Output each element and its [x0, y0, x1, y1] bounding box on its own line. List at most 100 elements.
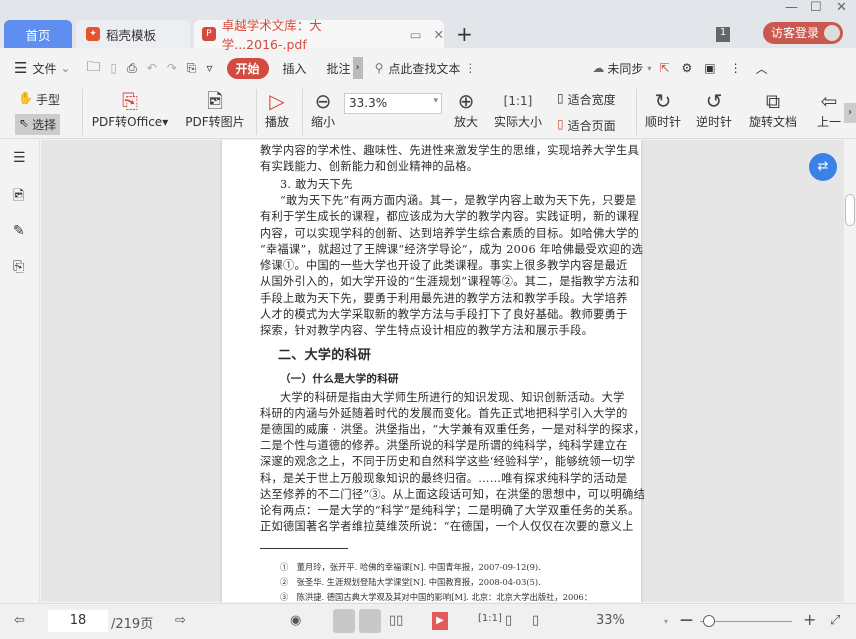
rotate-counterclockwise-button[interactable]: ↺ 逆时针: [694, 89, 734, 130]
text-line: 是德国的威廉 · 洪堡。洪堡指出，“大学兼有双重任务，一是对科学的探求，: [260, 423, 646, 437]
fit-page-button[interactable]: ▯ 适合页面: [557, 117, 616, 134]
text-line: 正如德国著名学者维拉莫维茨所说：“在德国，一个人仅仅在次要的意义上: [260, 519, 634, 533]
menu-icon[interactable]: ☰: [14, 59, 27, 77]
zoom-out-button[interactable]: ⊖ 缩小: [308, 89, 338, 130]
label: 旋转文档: [748, 115, 797, 129]
print-icon[interactable]: ⎙: [127, 61, 137, 76]
rotate-document-button[interactable]: ⧉ 旋转文档: [746, 89, 800, 130]
text-line: 有利于学生成长的课程，都应该成为大学的教学内容。实践证明，新的课程: [260, 210, 640, 223]
double-page-icon[interactable]: ▯▯: [389, 613, 403, 628]
tab-document[interactable]: P 卓越学术文库：大学...2016-.pdf ▭ ✕: [194, 18, 444, 52]
open-folder-icon[interactable]: 🗀: [87, 56, 101, 80]
rotate-ccw-icon: ↺: [705, 89, 723, 113]
tab-label: 首页: [25, 27, 51, 43]
label: 逆时针: [695, 115, 732, 129]
rotate-clockwise-button[interactable]: ↻ 顺时针: [643, 89, 683, 130]
single-page-button[interactable]: [359, 609, 381, 633]
continuous-view-button[interactable]: [333, 609, 355, 633]
thumbnail-icon[interactable]: 🖻: [13, 185, 24, 209]
chevron-down-icon: ▾: [433, 96, 438, 106]
gear-icon[interactable]: ⚙: [681, 61, 692, 75]
search-input[interactable]: 点此查找文本: [388, 60, 460, 77]
tab-insert[interactable]: 插入: [283, 60, 307, 77]
zoom-in-button[interactable]: ⊕ 放大: [451, 89, 481, 130]
pdf-to-image-button[interactable]: 🖻 PDF转图片: [184, 89, 246, 130]
prev-page-icon[interactable]: ⇦: [14, 613, 25, 628]
text-line: 科，是关于世上万般现象知识的最终归宿。……唯有探求纯科学的活动是: [260, 471, 628, 485]
tab-label: 稻壳模板: [106, 27, 157, 43]
text-line: 论有两点：一是大学的“科学”是纯科学；二是明确了大学双重任务的关系。: [260, 503, 640, 517]
image-icon: 🖻: [206, 89, 224, 113]
text-line: 教学内容的学术性、趣味性、先进性来激发学生的思维，实现培养大学生具: [260, 144, 640, 157]
fit-width-button[interactable]: ▯ 适合宽度: [557, 91, 616, 108]
tab-annotate[interactable]: 批注: [327, 60, 351, 77]
text-line: 探索，针对教学内容、学生特点设计相应的教学方法和展示手段。: [260, 324, 594, 337]
page-number-input[interactable]: 18: [48, 610, 108, 632]
label: 选择: [32, 118, 57, 132]
tab-home[interactable]: 首页: [4, 20, 72, 48]
minimize-button[interactable]: —: [785, 0, 798, 15]
fit-width-icon[interactable]: ▯: [532, 613, 539, 628]
zoom-in-icon[interactable]: +: [803, 610, 816, 629]
zoom-slider-thumb[interactable]: [703, 615, 716, 627]
zoom-level[interactable]: 33%: [596, 613, 625, 628]
sync-status[interactable]: 未同步: [607, 60, 643, 77]
vertical-scrollbar[interactable]: [844, 140, 856, 602]
select-tool[interactable]: ⇖ 选择: [15, 114, 61, 135]
fit-width-icon: ▯: [557, 91, 564, 105]
actual-size-icon[interactable]: [1:1]: [478, 613, 502, 624]
maximize-button[interactable]: ☐: [810, 0, 822, 15]
ribbon-scroll-right[interactable]: ›: [844, 103, 856, 123]
collapse-ribbon-icon[interactable]: ︿: [756, 60, 768, 77]
more-icon[interactable]: ⋮: [730, 61, 742, 75]
undo-icon[interactable]: ↶: [147, 61, 157, 75]
pdf-to-office-button[interactable]: ⎘ PDF转Office▾: [90, 89, 170, 130]
chevron-down-icon[interactable]: ▾: [664, 617, 668, 626]
hand-tool[interactable]: ✋ 手型: [18, 91, 60, 108]
annotation-icon[interactable]: ✎: [13, 223, 25, 239]
chevron-down-icon[interactable]: ⌄: [60, 61, 70, 75]
zoom-out-icon[interactable]: —: [680, 613, 693, 628]
footnote-rule: [260, 548, 348, 549]
divider: [302, 89, 303, 135]
file-menu[interactable]: 文件: [32, 60, 56, 77]
comment-icon[interactable]: ▣: [704, 61, 715, 75]
previous-page-button[interactable]: ⇦ 上一: [816, 89, 842, 130]
window-count-badge[interactable]: 1: [716, 27, 730, 42]
label: PDF转Office: [91, 115, 163, 129]
label: 播放: [264, 115, 289, 129]
play-button[interactable]: ▷ 播放: [262, 89, 292, 130]
save-icon[interactable]: ▯: [111, 61, 118, 75]
arrow-left-icon: ⇦: [820, 89, 838, 113]
close-window-button[interactable]: ✕: [836, 0, 847, 15]
play-icon[interactable]: ▶: [432, 612, 448, 630]
new-tab-button[interactable]: +: [456, 22, 473, 46]
scrollbar-thumb[interactable]: [845, 194, 855, 226]
actual-size-button[interactable]: [1:1] 实际大小: [492, 89, 544, 130]
tab-template[interactable]: ✦ 稻壳模板: [76, 20, 190, 48]
more-dropdown-icon[interactable]: ▿: [206, 61, 212, 75]
eye-protection-icon[interactable]: ◉: [290, 613, 301, 628]
pin-icon[interactable]: ▭: [410, 27, 422, 42]
document-view[interactable]: 教学内容的学术性、趣味性、先进性来激发学生的思维，实现培养大学生具 有实践能力、创…: [41, 140, 844, 602]
login-button[interactable]: 访客登录: [763, 22, 843, 44]
share-icon[interactable]: ⇱: [659, 61, 669, 75]
next-page-icon[interactable]: ⇨: [175, 613, 186, 628]
tab-start[interactable]: 开始: [226, 57, 269, 79]
redo-icon[interactable]: ↷: [167, 61, 177, 75]
chevron-down-icon[interactable]: ▾: [647, 64, 651, 73]
more-icon[interactable]: ⋮: [464, 61, 476, 75]
convert-float-button[interactable]: ⇄: [809, 153, 837, 181]
scroll-right-button[interactable]: ›: [352, 57, 363, 79]
pdf-word-icon: ⎘: [122, 89, 138, 113]
close-tab-icon[interactable]: ✕: [434, 27, 444, 42]
outline-icon[interactable]: ☰: [13, 150, 26, 166]
cursor-icon: ⇖: [19, 116, 30, 130]
fit-page-icon[interactable]: ▯: [505, 613, 512, 628]
text-line: “敢为天下先”有两方面内涵。其一，是教学内容上敢为天下先，只要是: [280, 194, 637, 207]
divider: [636, 89, 637, 135]
fullscreen-icon[interactable]: ⤢: [830, 613, 840, 628]
export-icon[interactable]: ⎘: [187, 61, 197, 76]
zoom-select[interactable]: 33.3% ▾: [344, 93, 442, 114]
attachment-icon[interactable]: ⎘: [13, 259, 24, 275]
